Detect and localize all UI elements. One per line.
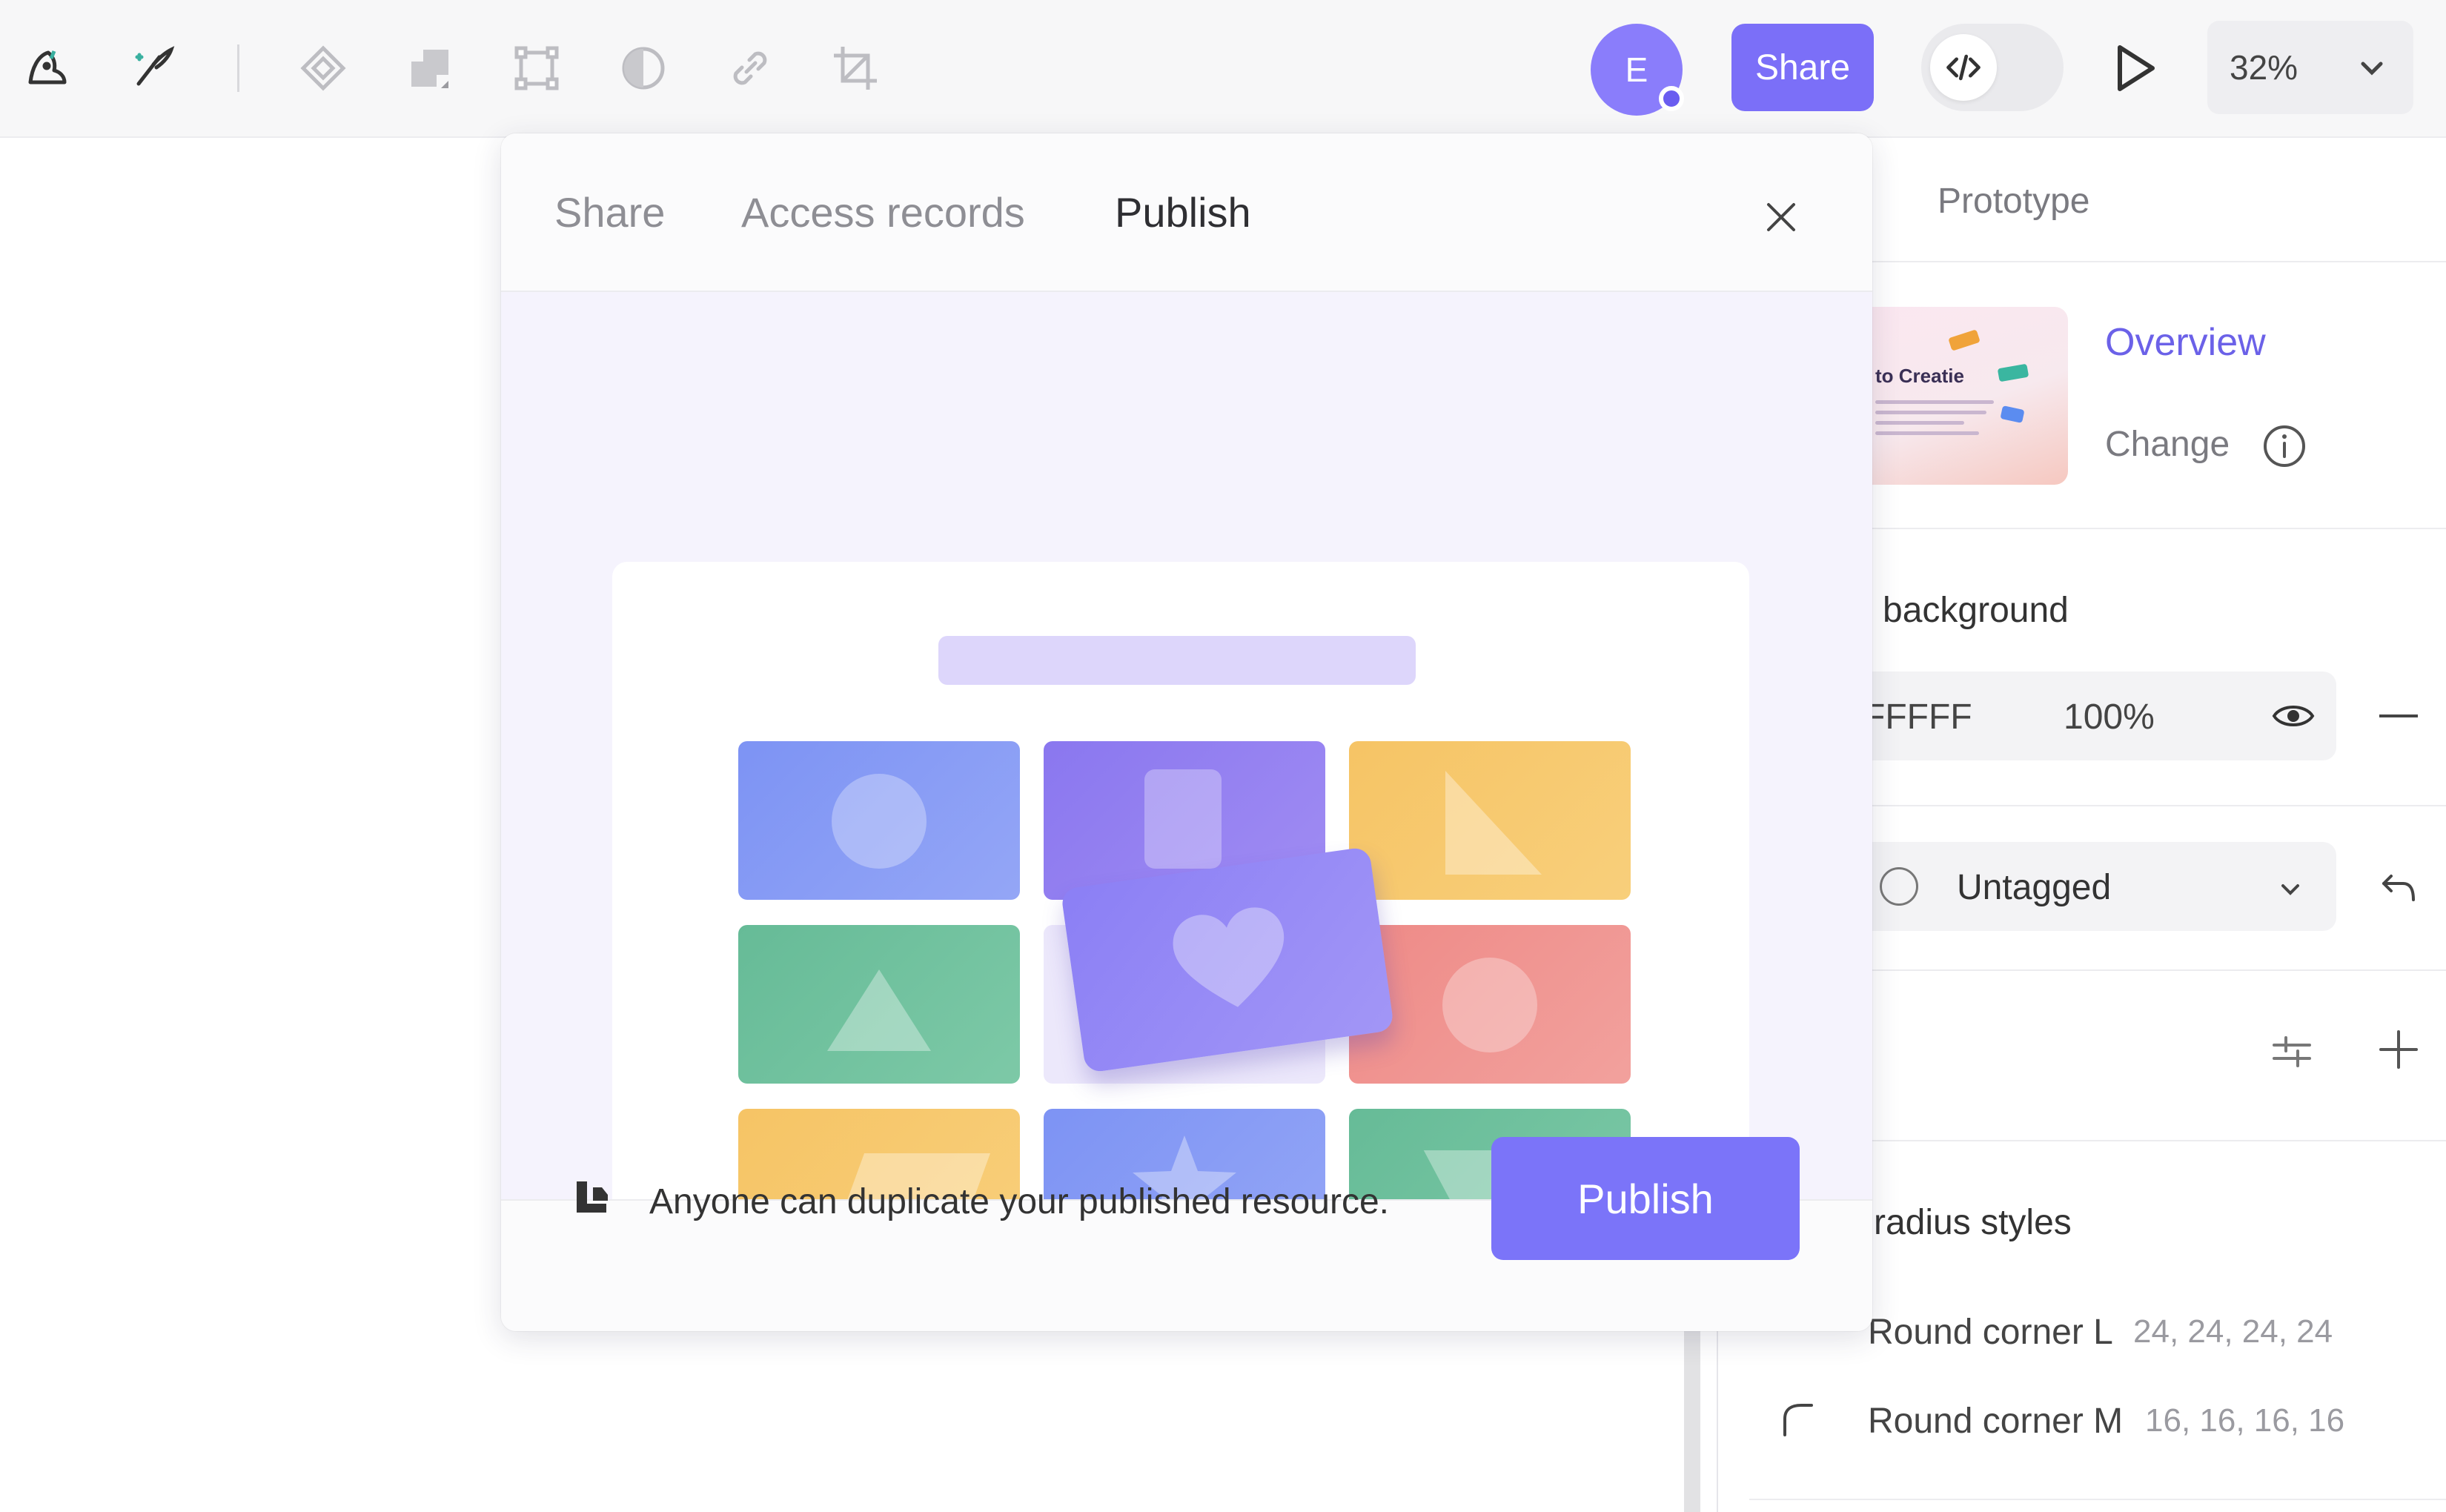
preview-tile: [738, 925, 1020, 1084]
publish-button[interactable]: Publish: [1491, 1137, 1800, 1260]
panel-divider: [1872, 969, 2446, 971]
tab-share[interactable]: Share: [554, 188, 665, 236]
tab-access-records[interactable]: Access records: [741, 188, 1025, 236]
top-toolbar: E Share 32%: [0, 0, 2446, 138]
thumbnail-title: to Creatie: [1875, 365, 1964, 387]
dev-mode-toggle[interactable]: [1921, 24, 2064, 111]
heart-icon: [1173, 907, 1285, 1007]
circle-shape: [832, 774, 927, 869]
preview-title-bar: [938, 636, 1416, 685]
preview-tile: [1349, 925, 1631, 1084]
panel-divider: [1872, 261, 2446, 262]
triangle-shape: [827, 969, 931, 1051]
plus-icon[interactable]: [2375, 1026, 2422, 1073]
preview-tile: [738, 741, 1020, 900]
share-button[interactable]: Share: [1731, 24, 1874, 111]
close-icon[interactable]: [1755, 191, 1807, 243]
radius-styles-title: radius styles: [1874, 1203, 2072, 1242]
tab-publish[interactable]: Publish: [1115, 188, 1251, 236]
change-link[interactable]: Change: [2105, 424, 2230, 465]
radius-style-name[interactable]: Round corner L: [1868, 1312, 2113, 1353]
cover-thumbnail[interactable]: to Creatie: [1853, 307, 2068, 485]
component-icon[interactable]: [294, 39, 353, 98]
play-icon[interactable]: [2104, 37, 2166, 99]
thumbnail-line: [1875, 400, 1994, 404]
preview-card: [612, 562, 1749, 1199]
mask-icon[interactable]: [614, 39, 673, 98]
adjust-icon[interactable]: [2270, 1029, 2314, 1073]
publish-preview: [501, 292, 1872, 1199]
avatar-initial: E: [1625, 50, 1648, 89]
fill-opacity-input[interactable]: 100%: [2064, 697, 2155, 737]
panel-divider: [1872, 805, 2446, 806]
round-corner-icon: [1783, 1404, 1813, 1436]
fill-hex-input[interactable]: FFFFF: [1863, 697, 1972, 737]
logo-icon[interactable]: [18, 39, 77, 98]
toolbar-divider: [237, 44, 239, 92]
background-section-title: background: [1883, 591, 2069, 630]
thumbnail-line: [1875, 411, 1986, 414]
circle-shape: [1442, 958, 1537, 1052]
panel-left-border: [1717, 1304, 1718, 1512]
thumbnail-tag: [1948, 329, 1981, 351]
link-icon[interactable]: [720, 39, 780, 98]
thumbnail-line: [1875, 421, 1964, 425]
radius-style-value: 16, 16, 16, 16: [2145, 1402, 2345, 1439]
brush-icon[interactable]: [123, 39, 182, 98]
radius-style-name[interactable]: Round corner M: [1868, 1401, 2123, 1442]
radius-style-value: 24, 24, 24, 24: [2133, 1313, 2333, 1350]
undo-icon[interactable]: [2378, 867, 2419, 909]
publish-notice: Anyone can duplicate your published reso…: [649, 1182, 1389, 1221]
tag-color-icon: [1880, 867, 1918, 906]
avatar[interactable]: E: [1591, 24, 1684, 116]
chevron-down-icon: [2281, 884, 2299, 895]
preview-tile: [1349, 741, 1631, 900]
code-icon: [1930, 34, 1997, 101]
zoom-value: 32%: [2230, 48, 2298, 87]
thumbnail-tag: [1997, 363, 2029, 382]
thumbnail-tag: [2000, 405, 2025, 423]
info-icon[interactable]: [2262, 424, 2307, 468]
frame-icon[interactable]: [507, 39, 566, 98]
tab-prototype[interactable]: Prototype: [1938, 181, 2089, 222]
tag-select-value: Untagged: [1957, 868, 2112, 907]
chevron-down-icon: [2361, 62, 2383, 76]
boolean-icon[interactable]: [400, 39, 460, 98]
zoom-select[interactable]: 32%: [2207, 21, 2413, 114]
crop-icon[interactable]: [826, 39, 885, 98]
panel-divider: [1749, 1499, 2446, 1500]
dialog-header: Share Access records Publish: [501, 133, 1872, 292]
online-status-dot: [1659, 86, 1684, 111]
duplicate-icon: [577, 1181, 608, 1213]
overview-link[interactable]: Overview: [2105, 320, 2266, 365]
thumbnail-line: [1875, 431, 1979, 435]
eye-icon[interactable]: [2270, 694, 2317, 738]
remove-fill-icon[interactable]: [2379, 714, 2418, 717]
triangle-shape: [1445, 771, 1542, 875]
rect-shape: [1144, 769, 1222, 869]
panel-divider: [1872, 1140, 2446, 1141]
canvas-scrollbar[interactable]: [1684, 1304, 1700, 1512]
panel-divider: [1872, 528, 2446, 529]
